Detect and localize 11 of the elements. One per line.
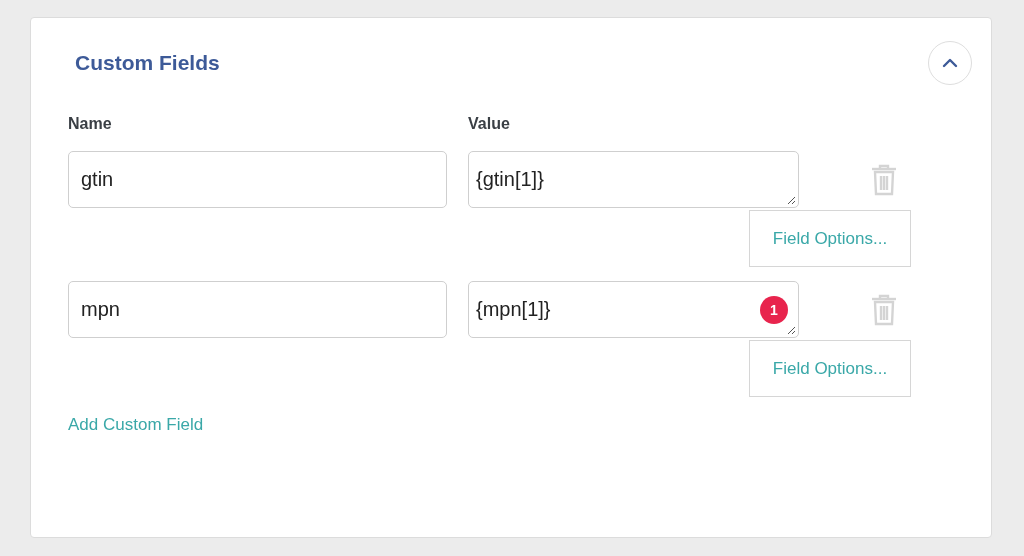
resize-grip-icon[interactable] (786, 325, 796, 335)
notification-badge: 1 (760, 296, 788, 324)
panel-title: Custom Fields (75, 51, 220, 75)
name-field[interactable]: mpn (68, 281, 447, 338)
column-label: Value (468, 115, 511, 133)
collapse-button[interactable] (928, 41, 972, 85)
name-field[interactable]: gtin (68, 151, 447, 208)
column-label: Name (68, 115, 113, 133)
resize-grip-icon[interactable] (786, 195, 796, 205)
chevron-icon (942, 58, 958, 68)
value-field[interactable]: {gtin[1]} (468, 151, 799, 208)
